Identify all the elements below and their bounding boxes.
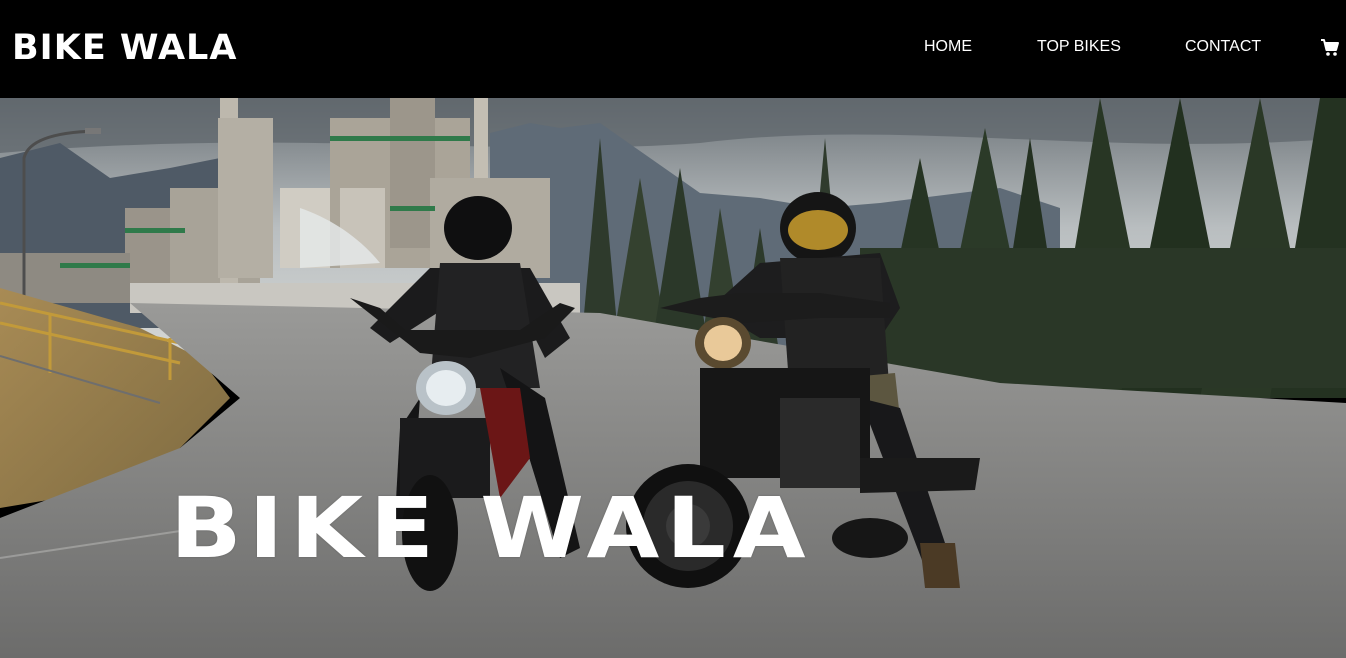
nav-link-home[interactable]: HOME	[924, 38, 972, 56]
hero-title: BIKE WALA	[170, 479, 813, 577]
shopping-cart-icon[interactable]	[1320, 38, 1340, 58]
hero-banner: BIKE WALA	[0, 98, 1346, 658]
nav-link-contact[interactable]: CONTACT	[1185, 38, 1261, 56]
navbar: BIKE WALA HOME TOP BIKES CONTACT	[0, 0, 1346, 98]
nav-link-top-bikes[interactable]: TOP BIKES	[1037, 38, 1121, 56]
site-logo[interactable]: BIKE WALA	[12, 28, 237, 68]
